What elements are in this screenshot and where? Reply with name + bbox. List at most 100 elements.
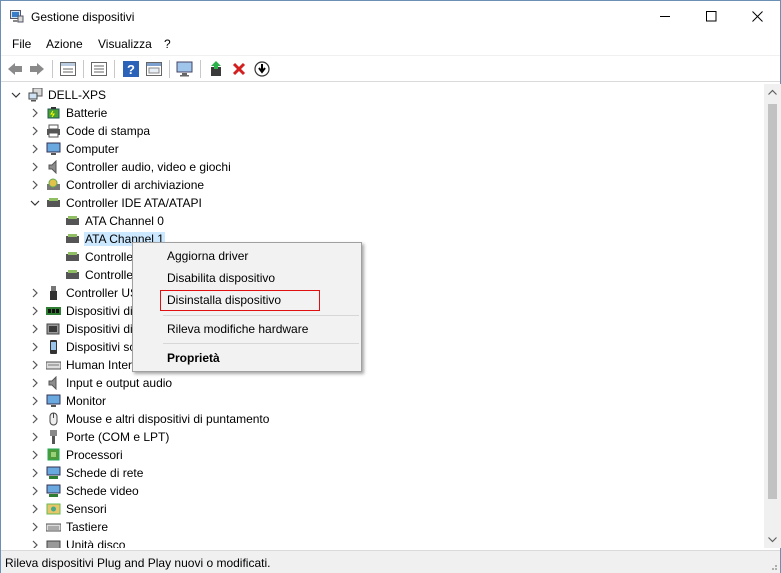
port-icon	[50, 430, 57, 444]
menu-separator	[163, 343, 359, 344]
minimize-button[interactable]	[642, 1, 688, 32]
status-text: Rileva dispositivi Plug and Play nuovi o…	[5, 556, 271, 570]
menu-item-update-driver[interactable]: Aggiorna driver	[167, 249, 248, 263]
close-icon	[751, 11, 763, 22]
resize-grip-icon[interactable]	[768, 561, 778, 571]
maximize-icon	[705, 11, 716, 22]
properties-view-icon	[60, 62, 76, 76]
menu-item-properties[interactable]: Proprietà	[167, 351, 220, 365]
toolbar-separator	[52, 60, 53, 78]
back-button[interactable]	[5, 60, 25, 78]
chevron-right-icon[interactable]	[30, 341, 40, 353]
chevron-right-icon[interactable]	[30, 521, 40, 533]
tree-item[interactable]: Porte (COM e LPT)	[1, 428, 301, 446]
details-panel-button[interactable]	[144, 60, 164, 78]
title-bar[interactable]: Gestione dispositivi	[1, 1, 780, 32]
close-button[interactable]	[734, 1, 780, 32]
tree-item[interactable]: Controller audio, video e giochi	[1, 158, 301, 176]
menu-visualizza[interactable]: Visualizza	[98, 37, 152, 51]
chevron-down-icon[interactable]	[11, 89, 21, 101]
tree-item[interactable]: Unità disco	[1, 536, 301, 548]
phone-icon	[50, 340, 57, 354]
forward-button[interactable]	[27, 60, 47, 78]
tree-root[interactable]: DELL-XPS	[1, 86, 301, 104]
hid-icon	[46, 323, 60, 335]
scroll-down-icon[interactable]	[768, 535, 777, 544]
chevron-right-icon[interactable]	[30, 125, 40, 137]
menu-item-disable-device[interactable]: Disabilita dispositivo	[167, 271, 275, 285]
chevron-right-icon[interactable]	[30, 539, 40, 548]
details-panel-icon	[146, 62, 162, 76]
scroll-up-icon[interactable]	[768, 88, 777, 97]
menu-azione[interactable]: Azione	[46, 37, 83, 51]
uninstall-button[interactable]	[229, 60, 249, 78]
tree-item[interactable]: Sensori	[1, 500, 301, 518]
chevron-right-icon[interactable]	[30, 143, 40, 155]
mouse-icon	[49, 412, 58, 426]
monitor-scan-icon	[176, 61, 193, 77]
menu-help[interactable]: ?	[164, 37, 171, 51]
tree-item[interactable]: Schede video	[1, 482, 301, 500]
forward-arrow-icon	[30, 63, 44, 75]
tree-item[interactable]: Input e output audio	[1, 374, 301, 392]
vertical-scrollbar[interactable]	[764, 84, 781, 548]
chevron-right-icon[interactable]	[30, 395, 40, 407]
device-tree[interactable]: DELL-XPS Batterie Code di stampa Compute…	[1, 84, 764, 548]
toolbar-separator	[83, 60, 84, 78]
disk-icon	[46, 540, 61, 548]
chevron-right-icon[interactable]	[30, 161, 40, 173]
maximize-button[interactable]	[688, 1, 734, 32]
tree-item[interactable]: Controller di archiviazione	[1, 176, 301, 194]
chevron-right-icon[interactable]	[30, 323, 40, 335]
tree-item[interactable]: Batterie	[1, 104, 301, 122]
chevron-down-icon[interactable]	[30, 197, 40, 209]
tree-item[interactable]: Mouse e altri dispositivi di puntamento	[1, 410, 301, 428]
chevron-right-icon[interactable]	[30, 305, 40, 317]
toolbar-separator	[114, 60, 115, 78]
chevron-right-icon[interactable]	[30, 431, 40, 443]
chevron-right-icon[interactable]	[30, 107, 40, 119]
tree-item[interactable]: Processori	[1, 446, 301, 464]
list-view-button[interactable]	[89, 60, 109, 78]
ide-channel-icon	[66, 252, 79, 261]
computer-root-icon	[28, 88, 43, 102]
tree-child-item[interactable]: ATA Channel 0	[1, 212, 301, 230]
tree-item[interactable]: Monitor	[1, 392, 301, 410]
toolbar-separator	[169, 60, 170, 78]
tree-item[interactable]: Schede di rete	[1, 464, 301, 482]
tree-item-expanded[interactable]: Controller IDE ATA/ATAPI	[1, 194, 301, 212]
chevron-right-icon[interactable]	[30, 287, 40, 299]
menu-bar: File Azione Visualizza ?	[1, 32, 780, 54]
menu-item-uninstall-device[interactable]: Disinstalla dispositivo	[167, 293, 281, 307]
chevron-right-icon[interactable]	[30, 503, 40, 515]
menu-file[interactable]: File	[12, 37, 31, 51]
status-bar: Rileva dispositivi Plug and Play nuovi o…	[1, 550, 780, 573]
display-adapter-icon	[46, 484, 61, 497]
tree-root-label: DELL-XPS	[48, 88, 107, 102]
help-button[interactable]: ?	[121, 60, 141, 78]
speaker-icon	[48, 376, 57, 390]
keyboard-icon	[46, 523, 61, 532]
scrollbar-thumb[interactable]	[768, 104, 777, 499]
chevron-right-icon[interactable]	[30, 467, 40, 479]
chevron-right-icon[interactable]	[30, 413, 40, 425]
battery-icon	[47, 107, 60, 119]
view-properties-button[interactable]	[58, 60, 78, 78]
update-driver-icon	[211, 61, 221, 76]
menu-item-scan-hardware[interactable]: Rileva modifiche hardware	[167, 322, 308, 336]
chevron-right-icon[interactable]	[30, 179, 40, 191]
device-manager-window: Gestione dispositivi File Azione Visuali…	[0, 0, 781, 573]
scan-hardware-button[interactable]	[175, 60, 195, 78]
download-icon	[254, 61, 270, 77]
chevron-right-icon[interactable]	[30, 449, 40, 461]
tree-item[interactable]: Code di stampa	[1, 122, 301, 140]
tree-item[interactable]: Tastiere	[1, 518, 301, 536]
chevron-right-icon[interactable]	[30, 359, 40, 371]
chevron-right-icon[interactable]	[30, 377, 40, 389]
uninstall-icon	[232, 62, 246, 76]
download-button[interactable]	[252, 60, 272, 78]
update-driver-button[interactable]	[206, 60, 226, 78]
ide-controller-icon	[47, 198, 60, 207]
tree-item[interactable]: Computer	[1, 140, 301, 158]
chevron-right-icon[interactable]	[30, 485, 40, 497]
